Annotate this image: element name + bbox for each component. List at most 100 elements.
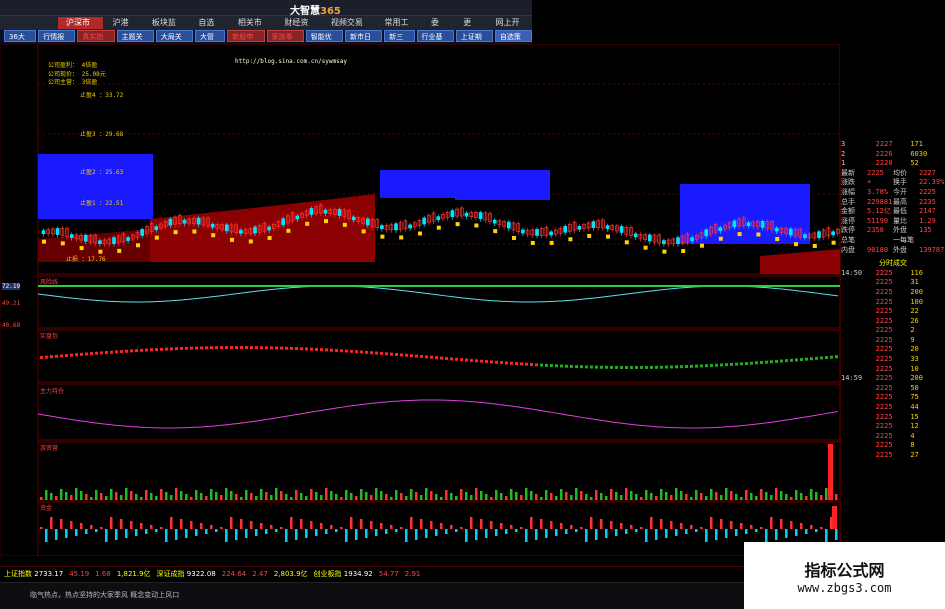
fund-bar [145, 529, 148, 534]
hot-bar [130, 491, 133, 500]
tab-12[interactable]: 上证期权 [455, 30, 493, 53]
hot-bar [70, 495, 73, 500]
hot-bar [410, 489, 413, 500]
status-item[interactable]: 上证指数 2733.17 [4, 569, 63, 579]
real-dot [505, 361, 508, 365]
fund-bar [415, 529, 418, 540]
status-item[interactable]: 深证成指 9322.08 [157, 569, 216, 579]
status-item[interactable]: 45.19 [69, 570, 89, 578]
tab-11[interactable]: 行业基金 [416, 30, 454, 53]
fund-bar [835, 529, 838, 540]
candle [182, 219, 187, 224]
tab-6[interactable]: 新股申购 [227, 30, 265, 53]
tab-9[interactable]: 新市日历 [344, 30, 383, 53]
fund-bar [775, 529, 778, 540]
fund-bar [560, 523, 563, 529]
tab-4[interactable]: 大局关注 [155, 30, 193, 53]
chart-area[interactable] [0, 44, 840, 556]
fund-bar [70, 521, 73, 529]
tab-0[interactable]: 36大水 [4, 30, 37, 53]
fund-bar [505, 529, 508, 534]
tab-10[interactable]: 新三板 [384, 30, 415, 53]
candle [535, 229, 539, 236]
status-item[interactable]: 224.64 [222, 570, 247, 578]
menu-item-10[interactable]: 网上开户 [488, 17, 533, 39]
menu-item-5[interactable]: 财经资讯 [276, 17, 321, 39]
real-dot [730, 362, 733, 366]
status-item[interactable]: 2,803.9亿 [274, 569, 308, 579]
candle [605, 225, 610, 229]
status-item[interactable]: 创业板指 1934.92 [314, 569, 373, 579]
fund-bar [605, 529, 608, 538]
fund-bar [375, 529, 378, 536]
status-item[interactable]: 1.68 [95, 570, 111, 578]
tab-2[interactable]: 真实指标 [77, 30, 115, 53]
real-dot [310, 347, 313, 351]
fund-bar [810, 525, 813, 529]
axis-val-1: 72.19 [2, 283, 21, 290]
real-dot [575, 365, 578, 369]
real-dot [430, 355, 433, 359]
hot-bar [545, 490, 548, 500]
tab-7[interactable]: 家族事业 [266, 30, 304, 53]
fund-bar [765, 529, 768, 542]
hot-bar [750, 493, 753, 500]
hot-bar [155, 496, 158, 500]
fund-bar [610, 521, 613, 529]
candle [323, 209, 328, 214]
fund-bar [640, 527, 643, 529]
tick-row: 2225 100 [875, 297, 923, 306]
menu-item-2[interactable]: 板块监控 [144, 17, 189, 39]
news-ticker[interactable]: 临气热点，热点坚持的大家季风 概念变动上风口 [30, 590, 179, 600]
signal-mark [305, 221, 310, 226]
status-item[interactable]: 1,821.9亿 [117, 569, 151, 579]
fund-bar [550, 521, 553, 529]
tab-8[interactable]: 智能优化 [305, 30, 343, 53]
quote-row: 跌停 2358 外盘 135 [841, 226, 932, 235]
hot-bar [250, 493, 253, 500]
menu-item-7[interactable]: 常用工具 [376, 17, 421, 39]
fund-bar [340, 527, 343, 529]
menu-item-1[interactable]: 沪港通 [105, 17, 142, 39]
status-item[interactable]: 2.91 [405, 570, 421, 578]
fund-bar [330, 525, 333, 529]
real-dot [160, 347, 163, 351]
signal-mark [530, 240, 535, 245]
signal-mark [493, 229, 498, 234]
hot-bar [175, 488, 178, 500]
fund-bar [310, 521, 313, 529]
menu-item-0[interactable]: 沪深市场 [58, 17, 103, 39]
real-dot [695, 364, 698, 368]
real-dot [80, 352, 83, 356]
fund-bar [325, 529, 328, 534]
menu-item-3[interactable]: 自选股 [190, 17, 227, 39]
tab-13[interactable]: 自选策略 [494, 30, 533, 53]
hot-bar [670, 495, 673, 500]
tab-1[interactable]: 行情报价 [38, 30, 76, 53]
real-dot [525, 362, 528, 366]
hot-bar [415, 492, 418, 500]
hot-bar [715, 492, 718, 500]
tab-5[interactable]: 大管家 [195, 30, 226, 53]
fund-bar [265, 529, 268, 534]
hot-bar [460, 489, 463, 500]
hot-bar [200, 493, 203, 500]
status-item[interactable]: 54.77 [379, 570, 399, 578]
real-dot [370, 351, 373, 355]
menu-item-9[interactable]: 更多 [455, 17, 485, 39]
hot-bar [600, 493, 603, 500]
real-dot [545, 363, 548, 367]
fund-bar [665, 529, 668, 538]
hot-bar [490, 497, 493, 500]
hot-bar [635, 494, 638, 500]
status-item[interactable]: 2.47 [252, 570, 268, 578]
real-dot [265, 346, 268, 350]
tick-row: 2225 26 [875, 316, 919, 325]
signal-mark [756, 232, 761, 237]
tab-3[interactable]: 主题关注 [116, 30, 154, 53]
hot-bar [165, 492, 168, 500]
menu-item-4[interactable]: 相关市场 [230, 17, 275, 39]
candle [55, 228, 60, 235]
menu-item-8[interactable]: 委托 [423, 17, 453, 39]
menu-item-6[interactable]: 视频交易室 [323, 17, 375, 39]
